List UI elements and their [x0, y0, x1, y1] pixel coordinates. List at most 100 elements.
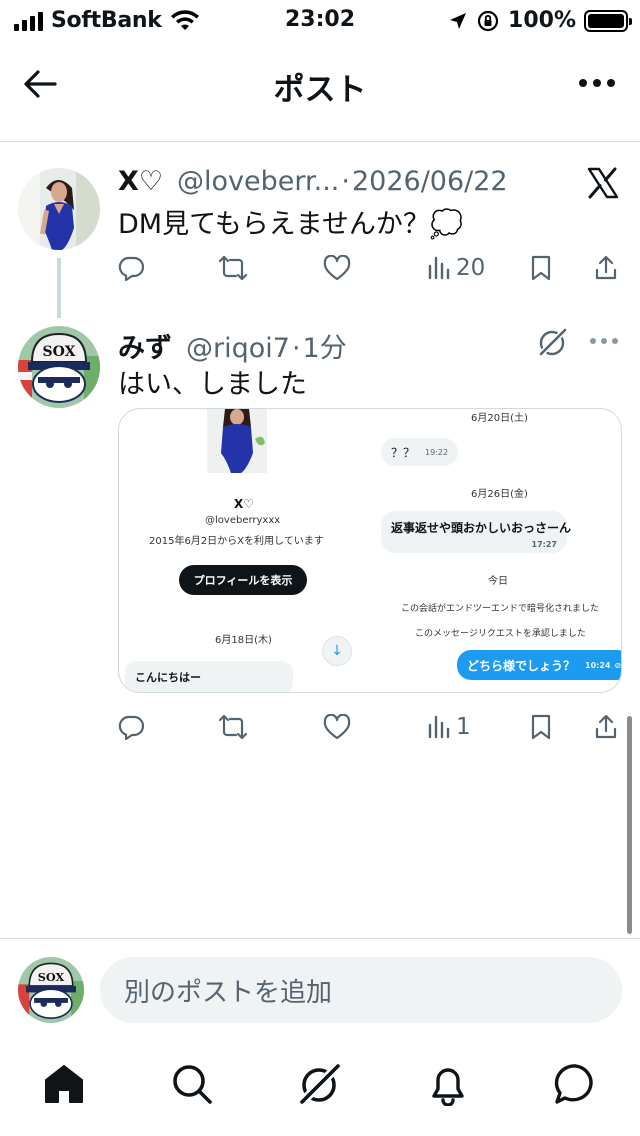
reply-placeholder: 別のポストを追加 — [124, 977, 333, 1008]
post-text: DM見てもらえませんか？💭 — [118, 209, 464, 240]
like-button[interactable] — [323, 248, 351, 288]
bookmark-button[interactable] — [530, 248, 552, 288]
reply-button[interactable] — [118, 248, 144, 288]
dm-message-time: 10:24 — [585, 660, 611, 670]
repost-icon — [218, 255, 248, 281]
timestamp[interactable]: 1分 — [303, 326, 347, 365]
share-icon — [595, 255, 617, 280]
share-button[interactable] — [594, 248, 618, 288]
views-chart-icon — [428, 256, 450, 280]
battery-icon — [584, 9, 632, 32]
read-receipt-icon: ⊘ — [614, 660, 622, 670]
display-name[interactable]: X♡ — [118, 166, 163, 197]
tab-grok[interactable] — [290, 1054, 350, 1114]
tab-home[interactable] — [34, 1054, 94, 1114]
battery-percent: 100% — [508, 8, 576, 33]
dm-date-divider: 6月26日(金) — [471, 489, 528, 500]
dm-message-text: ？？ — [391, 445, 416, 460]
dm-accepted-notice: このメッセージリクエストを承認しました — [415, 629, 586, 639]
svg-text:SOX: SOX — [43, 344, 76, 360]
repost-button[interactable] — [218, 248, 248, 288]
dm-message-time: 17:27 — [531, 540, 557, 549]
separator: · — [291, 333, 301, 364]
separator: · — [341, 166, 350, 197]
dm-message-received: こんにちはー — [125, 661, 293, 692]
tab-search[interactable] — [162, 1054, 222, 1114]
profile-photo-woman — [18, 168, 100, 250]
bookmark-button[interactable] — [530, 707, 552, 747]
views-chart-icon — [428, 715, 450, 739]
view-profile-button: プロフィールを表示 — [179, 565, 307, 595]
post-more-button[interactable] — [590, 338, 618, 344]
views-count: 20 — [456, 255, 486, 281]
dm-profile-since: 2015年6月2日からXを利用しています — [149, 536, 324, 547]
messages-icon — [554, 1064, 593, 1104]
svg-text:SOX: SOX — [38, 970, 65, 984]
post-header: X♡ @loveberr... · 2026/06/22 — [118, 166, 508, 197]
status-right: 100% — [448, 8, 632, 33]
reply-icon — [118, 256, 144, 281]
share-icon — [595, 714, 617, 739]
more-options-button[interactable] — [576, 68, 618, 98]
dm-message-text: こんにちはー — [135, 671, 201, 684]
grok-icon[interactable] — [537, 326, 569, 358]
dm-e2e-notice: この会話がエンドツーエンドで暗号化されました — [401, 604, 600, 614]
views-button[interactable]: 1 — [428, 707, 471, 747]
dm-profile-panel: X♡ @loveberryxxx 2015年6月2日からXを利用しています プロ… — [119, 409, 369, 692]
handle[interactable]: @riqoi7 — [186, 333, 290, 364]
dm-profile-handle: @loveberryxxx — [205, 515, 281, 526]
dm-message-received: 返事返せや頭おかしいおっさーん 17:27 — [381, 511, 571, 553]
timestamp[interactable]: 2026/06/22 — [352, 166, 508, 197]
profile-photo-mascot: SOX — [18, 957, 84, 1023]
orientation-lock-icon — [477, 10, 499, 31]
original-post[interactable]: X♡ @loveberr... · 2026/06/22 DM見てもらえませんか… — [0, 142, 640, 318]
avatar[interactable] — [18, 168, 100, 250]
dm-profile-photo — [207, 409, 267, 473]
repost-button[interactable] — [218, 707, 248, 747]
tab-messages[interactable] — [546, 1054, 606, 1114]
notifications-icon — [432, 1068, 464, 1106]
reply-composer: SOX 別のポストを追加 — [0, 938, 640, 1034]
grok-icon — [296, 1060, 344, 1108]
profile-photo-mascot: SOX — [18, 326, 100, 408]
tab-notifications[interactable] — [418, 1054, 478, 1114]
reply-input[interactable]: 別のポストを追加 — [100, 957, 622, 1023]
dm-message-text: 返事返せや頭おかしいおっさーん — [391, 521, 572, 535]
home-icon — [45, 1065, 83, 1103]
thread-connector — [57, 258, 61, 318]
dm-message-received: ？？ 19:22 — [381, 438, 459, 466]
location-arrow-icon — [450, 12, 467, 29]
scrollbar[interactable] — [627, 716, 632, 934]
post-text: はい、しました — [118, 369, 307, 400]
reply-icon — [118, 715, 144, 740]
post-actions: 20 — [118, 248, 618, 288]
top-header: ポスト — [0, 42, 640, 142]
reply-button[interactable] — [118, 707, 144, 747]
attached-image[interactable]: X♡ @loveberryxxx 2015年6月2日からXを利用しています プロ… — [118, 408, 622, 693]
bottom-tab-bar — [0, 1034, 640, 1136]
bookmark-icon — [531, 714, 551, 740]
bookmark-icon — [531, 255, 551, 281]
views-button[interactable]: 20 — [428, 248, 485, 288]
status-bar: SoftBank 23:02 100% — [0, 0, 640, 42]
display-name[interactable]: みず — [118, 326, 172, 365]
repost-icon — [218, 714, 248, 740]
handle[interactable]: @loveberr... — [177, 166, 339, 197]
post-header: みず @riqoi7 · 1分 — [118, 326, 347, 365]
heart-icon — [323, 255, 351, 281]
avatar[interactable]: SOX — [18, 326, 100, 408]
dm-profile-name: X♡ — [233, 497, 254, 511]
like-button[interactable] — [323, 707, 351, 747]
post-actions: 1 — [118, 707, 618, 747]
page-title: ポスト — [273, 72, 367, 108]
my-avatar[interactable]: SOX — [18, 957, 84, 1023]
search-icon — [173, 1065, 212, 1104]
views-count: 1 — [456, 714, 471, 740]
dm-message-text: どちら様でしょう？ — [467, 658, 576, 673]
x-logo-icon — [587, 167, 619, 199]
dm-conversation-panel: 6月20日(土) ？？ 19:22 6月26日(金) 返事返せや頭おかしいおっさ… — [369, 409, 622, 692]
dm-today-divider: 今日 — [488, 576, 508, 587]
share-button[interactable] — [594, 707, 618, 747]
scroll-down-icon: ↓ — [322, 636, 352, 666]
dm-message-time: 19:22 — [425, 447, 449, 457]
